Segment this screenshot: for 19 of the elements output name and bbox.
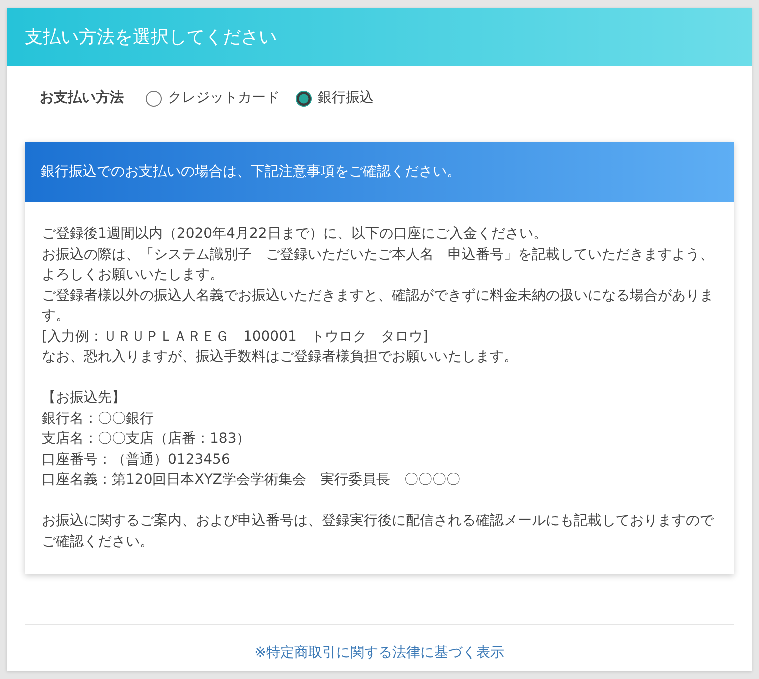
notice-title: 銀行振込でのお支払いの場合は、下記注意事項をご確認ください。 [41,162,461,182]
legal-notice-link[interactable]: ※特定商取引に関する法律に基づく表示 [254,645,504,661]
header-title: 支払い方法を選択してください [25,26,277,50]
notice-text: お振込に関するご案内、および申込番号は、登録実行後に配信される確認メールにも記載しておりますのでご確認ください。 [42,512,716,552]
notice-text: 銀行名：〇〇銀行 [42,410,155,428]
notice-text: なお、恐れ入りますが、振込手数料はご登録者様負担でお願いいたします。 [42,348,519,367]
notice-text: 支店名：〇〇支店（店番：183） [42,430,252,449]
field-label: お支払い方法 [40,88,124,108]
notice-text: ご登録者様以外の振込人名義でお振込いただきますと、確認ができずに料金未納の扱いになる場合があります。 [42,286,715,326]
radio-button[interactable] [296,90,312,106]
radio-label[interactable]: クレジットカード [168,88,280,109]
notice-text: 【お振込先】 [42,389,127,408]
notice-text: お振込の際は、「システム識別子 ご登録いただいたご本人名 申込番号」を記載していただきますよう、よろしくお願いいたします。 [42,246,715,285]
radio-button[interactable] [146,90,162,106]
radio-label[interactable]: 銀行振込 [318,88,374,109]
notice-text: ご登録後1週間以内（2020年4月22日まで）に、以下の口座にご入金ください。 [42,225,548,244]
notice-text: [入力例：ＵＲＵＰＬＡＲＥＧ 100001 トウロク タロウ] [42,328,430,346]
notice-text: 口座番号：（普通）0123456 [42,450,232,470]
notice-text: 口座名義：第120回日本XYZ学会学術集会 実行委員長 〇〇〇〇 [42,471,462,490]
